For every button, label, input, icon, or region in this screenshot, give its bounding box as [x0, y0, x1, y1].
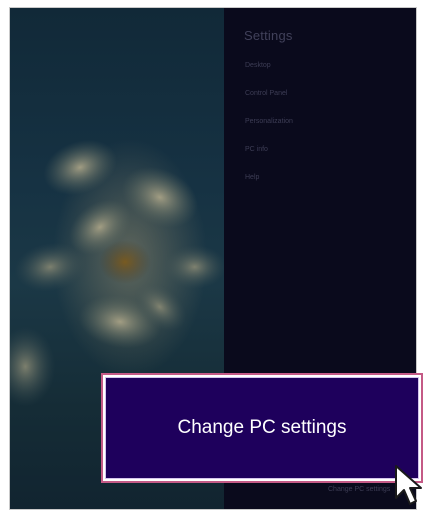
callout-highlight: Change PC settings: [101, 373, 423, 483]
mouse-pointer-icon: [395, 465, 422, 505]
settings-item-help[interactable]: Help: [245, 174, 259, 181]
settings-title: Settings: [244, 28, 293, 43]
settings-item-personalization[interactable]: Personalization: [245, 118, 293, 125]
settings-item-pc-info[interactable]: PC info: [245, 146, 268, 153]
settings-item-desktop[interactable]: Desktop: [245, 62, 271, 69]
change-pc-settings-label: Change PC settings: [177, 417, 347, 438]
settings-item-control-panel[interactable]: Control Panel: [245, 90, 287, 97]
change-pc-settings-button[interactable]: Change PC settings: [105, 377, 419, 479]
change-pc-settings-link[interactable]: Change PC settings: [328, 486, 390, 493]
